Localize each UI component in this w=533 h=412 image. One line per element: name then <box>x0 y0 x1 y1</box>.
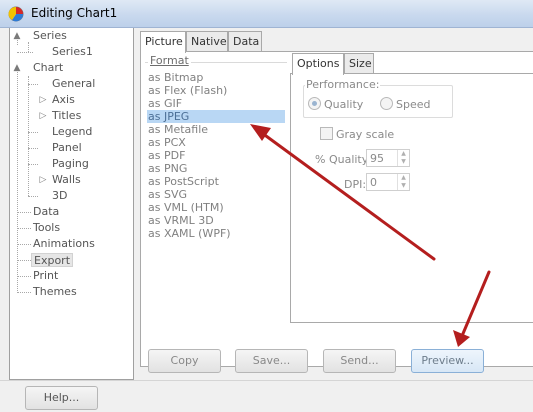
tree-item-animations[interactable]: Animations <box>33 237 95 251</box>
tree-item-tools[interactable]: Tools <box>33 221 60 235</box>
tree-item-data[interactable]: Data <box>33 205 59 219</box>
tree-item-print[interactable]: Print <box>33 269 58 283</box>
tree-item-3d[interactable]: 3D <box>52 189 67 203</box>
expand-icon[interactable]: ▷ <box>38 109 48 123</box>
grayscale-label: Gray scale <box>336 128 395 141</box>
dpi-label: DPI: <box>344 178 367 191</box>
tab-options[interactable]: Options <box>292 53 344 75</box>
save-button[interactable]: Save... <box>235 349 308 373</box>
tree-item-legend[interactable]: Legend <box>52 125 92 139</box>
spin-down-icon[interactable]: ▼ <box>398 182 409 190</box>
tab-picture[interactable]: Picture <box>140 31 186 53</box>
tree-item-axis[interactable]: Axis <box>52 93 75 107</box>
send-button[interactable]: Send... <box>323 349 396 373</box>
tree-item-paging[interactable]: Paging <box>52 157 89 171</box>
quality-pct-label: % Quality: <box>315 153 372 166</box>
dialog-client: ▲ Series Series1 ▲ Chart General ▷ Axis … <box>0 28 533 412</box>
format-item-bitmap[interactable]: as Bitmap <box>147 71 285 84</box>
format-item-postscript[interactable]: as PostScript <box>147 175 285 188</box>
tree-item-panel[interactable]: Panel <box>52 141 82 155</box>
quality-spinner[interactable]: 95 ▲ ▼ <box>366 149 410 167</box>
speed-radio[interactable] <box>380 97 393 110</box>
format-label: Format <box>148 54 191 67</box>
tree-item-general[interactable]: General <box>52 77 95 91</box>
tab-native[interactable]: Native <box>186 31 228 52</box>
spin-up-icon[interactable]: ▲ <box>398 174 409 182</box>
tree-item-titles[interactable]: Titles <box>52 109 81 123</box>
grayscale-checkbox[interactable] <box>320 127 333 140</box>
copy-button[interactable]: Copy <box>148 349 221 373</box>
editor-tree[interactable]: ▲ Series Series1 ▲ Chart General ▷ Axis … <box>9 28 134 380</box>
spin-up-icon[interactable]: ▲ <box>398 150 409 158</box>
expand-icon[interactable]: ▷ <box>38 93 48 107</box>
format-item-svg[interactable]: as SVG <box>147 188 285 201</box>
app-icon <box>8 6 24 22</box>
title-bar: Editing Chart1 <box>0 0 533 28</box>
speed-radio-label: Speed <box>396 98 431 111</box>
dpi-value: 0 <box>370 176 377 189</box>
format-item-vrml[interactable]: as VRML 3D <box>147 214 285 227</box>
dpi-spinner[interactable]: 0 ▲ ▼ <box>366 173 410 191</box>
format-item-jpeg[interactable]: as JPEG <box>147 110 285 123</box>
format-item-gif[interactable]: as GIF <box>147 97 285 110</box>
format-item-flex[interactable]: as Flex (Flash) <box>147 84 285 97</box>
tree-item-chart[interactable]: Chart <box>33 61 63 75</box>
tab-size[interactable]: Size <box>344 53 374 74</box>
format-item-pcx[interactable]: as PCX <box>147 136 285 149</box>
spin-down-icon[interactable]: ▼ <box>398 158 409 166</box>
quality-radio[interactable] <box>308 97 321 110</box>
window-title: Editing Chart1 <box>31 6 118 20</box>
format-list[interactable]: as Bitmap as Flex (Flash) as GIF as JPEG… <box>145 62 287 327</box>
tree-item-series1[interactable]: Series1 <box>52 45 93 59</box>
format-item-pdf[interactable]: as PDF <box>147 149 285 162</box>
tree-item-themes[interactable]: Themes <box>33 285 77 299</box>
format-item-png[interactable]: as PNG <box>147 162 285 175</box>
format-item-metafile[interactable]: as Metafile <box>147 123 285 136</box>
format-item-vml[interactable]: as VML (HTM) <box>147 201 285 214</box>
tree-item-walls[interactable]: Walls <box>52 173 81 187</box>
help-button[interactable]: Help... <box>25 386 98 410</box>
collapse-icon[interactable]: ▲ <box>12 29 22 43</box>
preview-button[interactable]: Preview... <box>411 349 484 373</box>
tree-item-series[interactable]: Series <box>33 29 67 43</box>
quality-radio-label: Quality <box>324 98 364 111</box>
collapse-icon[interactable]: ▲ <box>12 61 22 75</box>
tree-item-export[interactable]: Export <box>31 253 74 267</box>
footer-separator <box>0 380 533 381</box>
expand-icon[interactable]: ▷ <box>38 173 48 187</box>
quality-value: 95 <box>370 152 384 165</box>
tab-data[interactable]: Data <box>228 31 262 52</box>
performance-label: Performance: <box>305 78 381 91</box>
format-item-xaml[interactable]: as XAML (WPF) <box>147 227 285 240</box>
